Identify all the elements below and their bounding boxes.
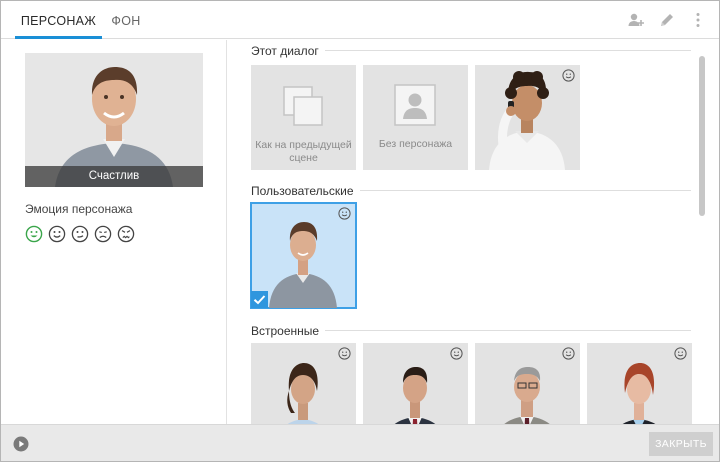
more-vertical-icon[interactable] bbox=[689, 11, 707, 29]
tile-builtin-character[interactable] bbox=[587, 343, 692, 424]
character-dialog: ПЕРСОНАЖ ФОН Счастлив Эмоция персонажа Э… bbox=[0, 0, 720, 462]
emotion-badge-icon bbox=[562, 69, 575, 82]
dialog-footer: ЗАКРЫТЬ bbox=[1, 424, 719, 461]
happy-icon[interactable] bbox=[25, 225, 43, 243]
play-icon[interactable] bbox=[13, 436, 29, 452]
tab-background[interactable]: ФОН bbox=[111, 1, 141, 39]
section-title-custom: Пользовательские bbox=[251, 184, 360, 198]
emotion-badge-icon bbox=[450, 347, 463, 360]
character-portrait: Счастлив bbox=[25, 53, 203, 187]
dialog-header: ПЕРСОНАЖ ФОН bbox=[1, 1, 719, 39]
section-title-this-dialog: Этот диалог bbox=[251, 44, 325, 58]
close-button[interactable]: ЗАКРЫТЬ bbox=[649, 432, 713, 456]
tab-character[interactable]: ПЕРСОНАЖ bbox=[15, 1, 102, 39]
emotion-label: Эмоция персонажа bbox=[25, 202, 133, 216]
copy-icon bbox=[283, 86, 323, 126]
character-preview-panel: Счастлив Эмоция персонажа bbox=[1, 40, 227, 424]
neutral-icon[interactable] bbox=[71, 225, 89, 243]
character-library[interactable]: Этот диалог Как на предыдущей сцене Без … bbox=[228, 40, 719, 424]
tile-no-character[interactable]: Без персонажа bbox=[363, 65, 468, 170]
smile-icon[interactable] bbox=[48, 225, 66, 243]
emotion-badge-icon bbox=[562, 347, 575, 360]
section-title-builtin: Встроенные bbox=[251, 324, 326, 338]
tile-builtin-character[interactable] bbox=[363, 343, 468, 424]
pencil-icon[interactable] bbox=[658, 11, 676, 29]
add-user-icon[interactable] bbox=[627, 11, 645, 29]
vertical-scrollbar[interactable] bbox=[699, 56, 705, 418]
tile-same-as-previous[interactable]: Как на предыдущей сцене bbox=[251, 65, 356, 170]
tile-label: Без персонажа bbox=[378, 138, 453, 150]
emotion-badge-icon bbox=[674, 347, 687, 360]
tile-character-phone[interactable] bbox=[475, 65, 580, 170]
emotion-caption: Счастлив bbox=[25, 166, 203, 187]
tile-builtin-character[interactable] bbox=[475, 343, 580, 424]
selected-check-icon bbox=[251, 291, 268, 308]
scrollbar-thumb[interactable] bbox=[699, 56, 705, 216]
tile-label: Как на предыдущей сцене bbox=[255, 139, 352, 164]
sad-icon[interactable] bbox=[94, 225, 112, 243]
emotion-badge-icon bbox=[338, 207, 351, 220]
angry-icon[interactable] bbox=[117, 225, 135, 243]
tile-builtin-character[interactable] bbox=[251, 343, 356, 424]
emotion-badge-icon bbox=[338, 347, 351, 360]
no-person-icon bbox=[394, 84, 436, 126]
tile-custom-character[interactable] bbox=[250, 202, 357, 309]
